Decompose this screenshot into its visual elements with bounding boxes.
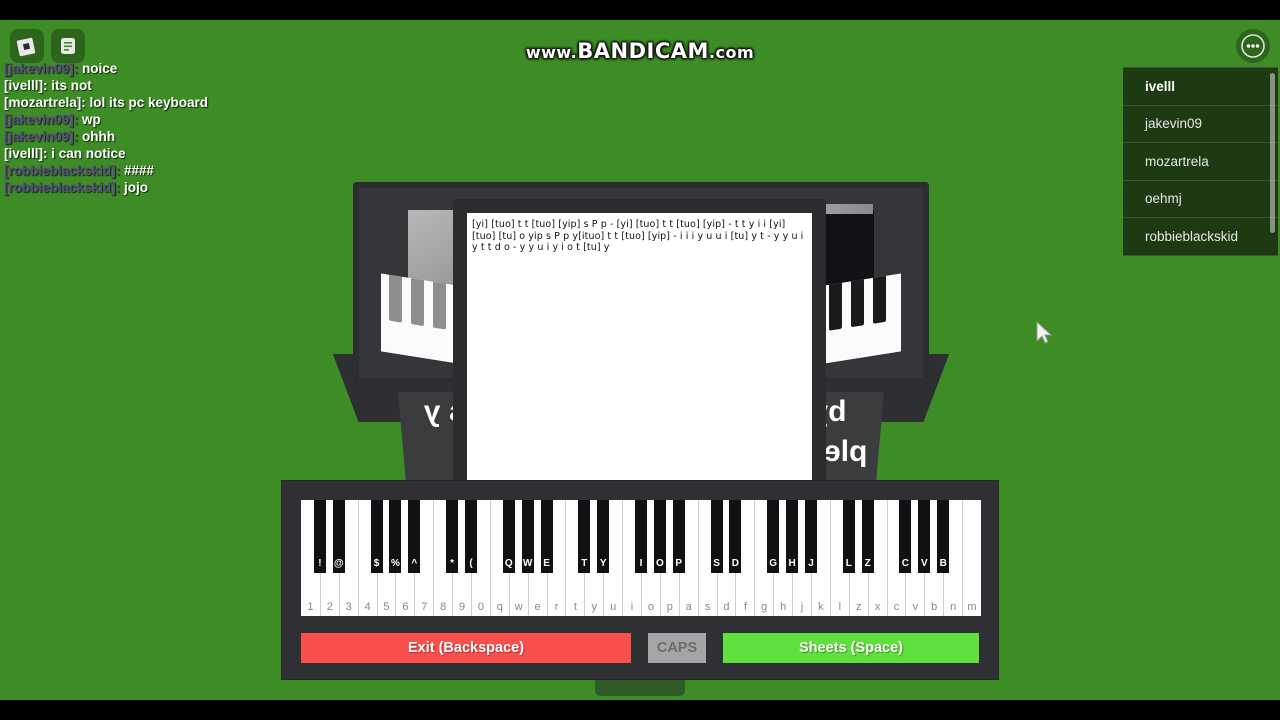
piano-black-key[interactable]: T <box>578 500 591 573</box>
sheets-button[interactable]: Sheets (Space) <box>723 633 979 663</box>
player-list-item[interactable]: robbieblackskid <box>1123 218 1278 256</box>
chat-text: its not <box>47 78 92 93</box>
chat-message: [jakevin09]: wp <box>4 111 424 128</box>
chat-message: [mozartrela]: lol its pc keyboard <box>4 94 424 111</box>
chat-author: [mozartrela]: <box>4 95 86 110</box>
chat-message: [ivelll]: its not <box>4 77 424 94</box>
piano-keyboard-ui: 1 2 3 4 5 6 7 8 9 0 q w e r t y u i o p a s d f g h j k l z x c v b n m! @ $%… <box>281 480 999 680</box>
piano-black-key[interactable]: % <box>389 500 402 573</box>
chat-text: wp <box>78 112 101 127</box>
chat-author: [ivelll]: <box>4 78 48 93</box>
chat-text: lol its pc keyboard <box>85 95 209 110</box>
exit-button[interactable]: Exit (Backspace) <box>301 633 631 663</box>
screen-letterbox: www.BANDICAM.com [jakevin09]: noice [ivel… <box>0 0 1280 720</box>
chat-text: noice <box>78 61 118 76</box>
piano-white-key[interactable]: m <box>962 500 981 616</box>
sheet-line: [tuo] [tu] o yip s P p y[ituo] t t [tuo]… <box>472 230 804 242</box>
piano-black-key[interactable]: S <box>710 500 723 573</box>
stage-shadow <box>595 680 685 696</box>
piano-black-key[interactable]: ^ <box>408 500 421 573</box>
chat-text: jojo <box>120 180 149 195</box>
sheet-line: [yi] [tuo] t t [tuo] [yip] s P p - [yi] … <box>472 219 786 230</box>
chat-author: [ivelll]: <box>4 146 48 161</box>
piano-black-key[interactable]: C <box>899 500 912 573</box>
chat-author: [jakevin09]: <box>4 129 79 144</box>
sheet-line: y t t d o - y y u i y i o t [tu] y <box>472 242 610 254</box>
watermark-suffix: .com <box>708 43 755 62</box>
watermark-brand: BANDICAM <box>577 39 709 63</box>
player-list-item[interactable]: mozartrela <box>1123 143 1278 181</box>
piano-black-key[interactable]: @ <box>332 500 345 573</box>
chat-text: #### <box>120 163 155 178</box>
chat-author: [jakevin09]: <box>4 112 79 127</box>
piano-black-key[interactable]: * <box>446 500 459 573</box>
player-list-item[interactable]: ivelll <box>1123 68 1278 106</box>
player-list-item[interactable]: oehmj <box>1123 181 1278 218</box>
piano-black-key[interactable]: ! <box>313 500 326 573</box>
piano-black-key[interactable]: I <box>634 500 647 573</box>
piano-black-key[interactable]: Q <box>502 500 515 573</box>
piano-black-key[interactable]: D <box>729 500 742 573</box>
piano-black-key[interactable]: P <box>672 500 685 573</box>
game-viewport: www.BANDICAM.com [jakevin09]: noice [ivel… <box>0 20 1280 700</box>
piano-black-key[interactable]: Y <box>597 500 610 573</box>
piano-black-key[interactable]: H <box>786 500 799 573</box>
chat-text: ohhh <box>78 129 116 144</box>
caps-button[interactable]: CAPS <box>648 633 706 663</box>
chat-author: [robbieblackskid]: <box>4 163 121 178</box>
piano-black-key[interactable]: W <box>521 500 534 573</box>
piano-black-key[interactable]: L <box>842 500 855 573</box>
chat-log: [jakevin09]: noice [ivelll]: its not [moza… <box>4 60 424 196</box>
chat-message: [jakevin09]: ohhh <box>4 128 424 145</box>
piano-black-key[interactable]: G <box>767 500 780 573</box>
piano-controls: Exit (Backspace) CAPS Sheets (Space) <box>301 633 981 663</box>
player-list-scrollbar[interactable] <box>1270 73 1275 233</box>
piano-black-key[interactable]: J <box>804 500 817 573</box>
chat-message: [robbieblackskid]: #### <box>4 162 424 179</box>
mouse-cursor <box>1035 320 1055 351</box>
chat-message: [ivelll]: i can notice <box>4 145 424 162</box>
chat-text: i can notice <box>47 146 126 161</box>
piano-black-key[interactable]: E <box>540 500 553 573</box>
piano-keys[interactable]: 1 2 3 4 5 6 7 8 9 0 q w e r t y u i o p a s d f g h j k l z x c v b n m! @ $%… <box>301 500 981 616</box>
chat-message: [jakevin09]: noice <box>4 60 424 77</box>
piano-black-key[interactable]: ( <box>464 500 477 573</box>
piano-black-key[interactable]: B <box>937 500 950 573</box>
player-list-item[interactable]: jakevin09 <box>1123 106 1278 143</box>
chat-author: [robbieblackskid]: <box>4 180 121 195</box>
watermark-prefix: www. <box>525 43 578 62</box>
chat-author: [jakevin09]: <box>4 61 79 76</box>
piano-black-key[interactable]: V <box>918 500 931 573</box>
piano-black-key[interactable]: $ <box>370 500 383 573</box>
piano-black-key[interactable]: O <box>653 500 666 573</box>
piano-black-key[interactable]: Z <box>861 500 874 573</box>
player-list[interactable]: ivelll jakevin09 mozartrela oehmj robbieblac… <box>1123 67 1278 256</box>
